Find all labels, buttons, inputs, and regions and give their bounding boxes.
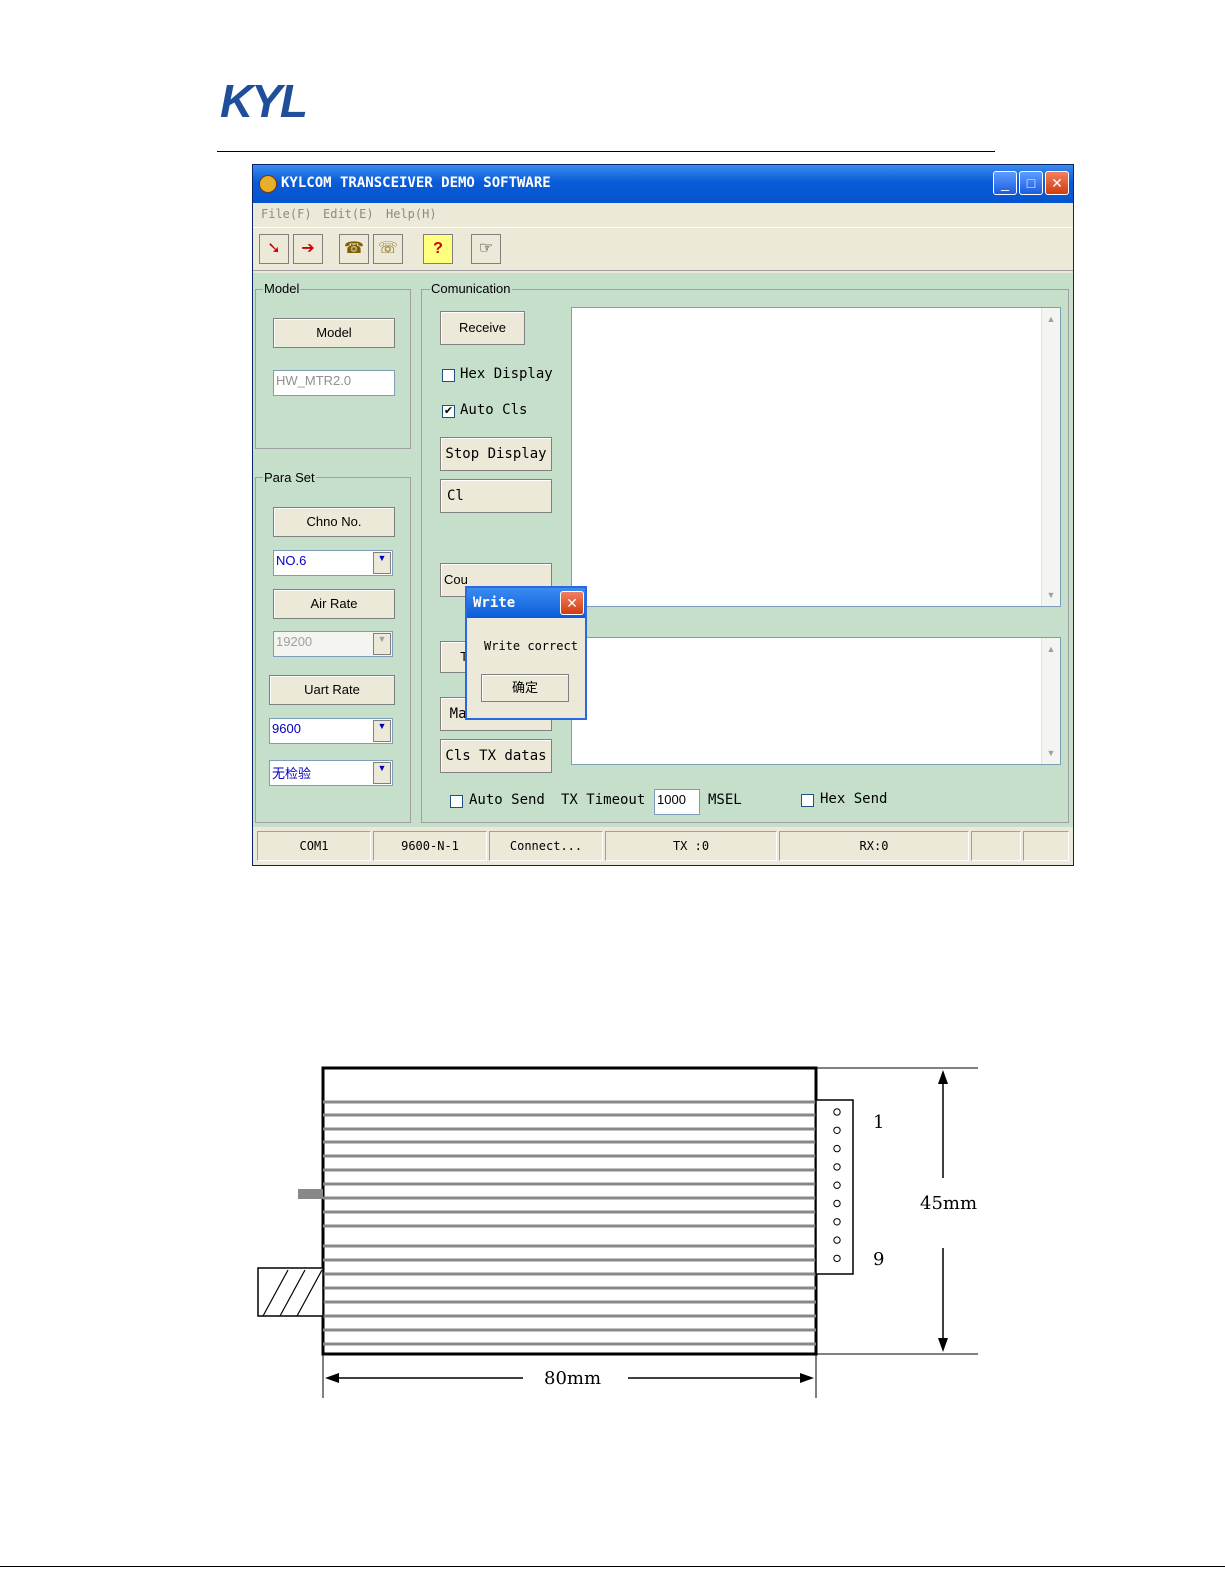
connector-pin [833,1163,841,1171]
close-button[interactable]: ✕ [1045,171,1069,195]
tx-timeout-label: TX Timeout [561,792,646,808]
dialog-ok-button[interactable]: 确定 [481,674,569,702]
width-dimension-label: 80mm [544,1368,602,1389]
window-title: KYLCOM TRANSCEIVER DEMO SOFTWARE [281,175,551,191]
connector-pin [833,1236,841,1244]
chevron-down-icon[interactable]: ▼ [373,633,391,655]
dialog-title-bar: Write ✕ [467,588,585,618]
receive-scrollbar[interactable]: ▲ ▼ [1041,308,1060,606]
menu-file[interactable]: File(F) [261,207,312,221]
scroll-up-icon[interactable]: ▲ [1042,640,1060,658]
connector-pin [833,1218,841,1226]
pointer-icon[interactable]: ☞ [471,234,501,264]
parity-value: 无检验 [272,766,312,781]
connector-pin [833,1254,841,1263]
toolbar: ➘ ➔ ☎ ☏ ? ☞ [253,227,1073,271]
auto-send-checkbox[interactable] [450,795,463,808]
save-file-icon[interactable]: ➔ [293,234,323,264]
title-bar: KYLCOM TRANSCEIVER DEMO SOFTWARE _ □ ✕ [253,165,1073,203]
chevron-down-icon[interactable]: ▼ [373,552,391,574]
client-area: Model Model HW_MTR2.0 Para Set Chno No. … [253,273,1073,827]
menu-help[interactable]: Help(H) [386,207,437,221]
app-globe-icon [259,175,277,193]
status-tx: TX :0 [605,831,777,861]
menu-bar: File(F) Edit(E) Help(H) [253,203,1073,227]
status-rx: RX:0 [779,831,969,861]
help-icon[interactable]: ? [423,234,453,264]
hex-send-label: Hex Send [820,791,888,807]
scroll-down-icon[interactable]: ▼ [1042,744,1060,762]
model-button[interactable]: Model [273,318,395,348]
para-set-label: Para Set [263,470,316,485]
uart-rate-value: 9600 [272,721,301,736]
auto-send-label: Auto Send [469,792,545,808]
model-field[interactable]: HW_MTR2.0 [273,370,395,396]
msel-label: MSEL [708,792,742,808]
scroll-down-icon[interactable]: ▼ [1042,586,1060,604]
menu-edit[interactable]: Edit(E) [323,207,374,221]
connector-pin [833,1144,841,1153]
write-dialog: Write ✕ Write correct 确定 [465,586,587,720]
height-dimension-label: 45mm [920,1193,978,1214]
kyl-logo: KYL [220,75,308,127]
chevron-down-icon[interactable]: ▼ [373,762,391,784]
pin-9-label: 9 [873,1249,885,1270]
chno-value: NO.6 [276,553,307,568]
chno-select[interactable]: NO.6 ▼ [273,550,393,576]
dialog-message: Write correct [484,639,578,653]
connector-pin [833,1108,841,1116]
cls-tx-button[interactable]: Cls TX datas [440,739,552,773]
scroll-up-icon[interactable]: ▲ [1042,310,1060,328]
receive-textarea[interactable]: ▲ ▼ [571,307,1061,607]
status-baud: 9600-N-1 [373,831,487,861]
uart-rate-select[interactable]: 9600 ▼ [269,718,393,744]
dialog-close-button[interactable]: ✕ [560,591,584,615]
dialog-title: Write [473,595,516,611]
module-dimension-diagram: 1 9 45mm 80mm [218,1058,988,1403]
phone-disconnect-icon[interactable]: ☏ [373,234,403,264]
air-rate-button[interactable]: Air Rate [273,589,395,619]
receive-button[interactable]: Receive [440,311,525,345]
connector-pin [833,1126,841,1135]
status-port: COM1 [257,831,371,861]
pin-1-label: 1 [873,1112,885,1133]
model-group [255,289,411,449]
transmit-textarea[interactable]: ▲ ▼ [571,637,1061,765]
maximize-button[interactable]: □ [1019,171,1043,195]
parity-select[interactable]: 无检验 ▼ [269,760,393,786]
model-group-label: Model [263,281,301,296]
auto-cls-label: Auto Cls [460,402,528,418]
hex-display-label: Hex Display [460,366,553,382]
hex-send-checkbox[interactable] [801,794,814,807]
air-rate-select[interactable]: 19200 ▼ [273,631,393,657]
app-window: KYLCOM TRANSCEIVER DEMO SOFTWARE _ □ ✕ F… [252,164,1074,866]
chno-button[interactable]: Chno No. [273,507,395,537]
module-outline-svg [257,1066,978,1398]
minimize-button[interactable]: _ [993,171,1017,195]
auto-cls-checkbox[interactable]: ✔ [442,405,455,418]
status-extra-2 [1023,831,1069,861]
connector-pin [833,1181,841,1189]
connector-pin [833,1199,841,1208]
open-file-icon[interactable]: ➘ [259,234,289,264]
hex-display-checkbox[interactable] [442,369,455,382]
footer-rule [0,1566,1225,1567]
communication-label: Comunication [430,281,512,296]
stop-display-button[interactable]: Stop Display [440,437,552,471]
transmit-scrollbar[interactable]: ▲ ▼ [1041,638,1060,764]
header-rule [217,151,995,152]
clear-button[interactable]: Cl [440,479,552,513]
chevron-down-icon[interactable]: ▼ [373,720,391,742]
status-extra-1 [971,831,1021,861]
tx-timeout-field[interactable]: 1000 [654,789,700,815]
air-rate-value: 19200 [276,634,313,649]
status-bar: COM1 9600-N-1 Connect... TX :0 RX:0 [253,827,1073,865]
uart-rate-button[interactable]: Uart Rate [269,675,395,705]
phone-connect-icon[interactable]: ☎ [339,234,369,264]
status-connect: Connect... [489,831,603,861]
